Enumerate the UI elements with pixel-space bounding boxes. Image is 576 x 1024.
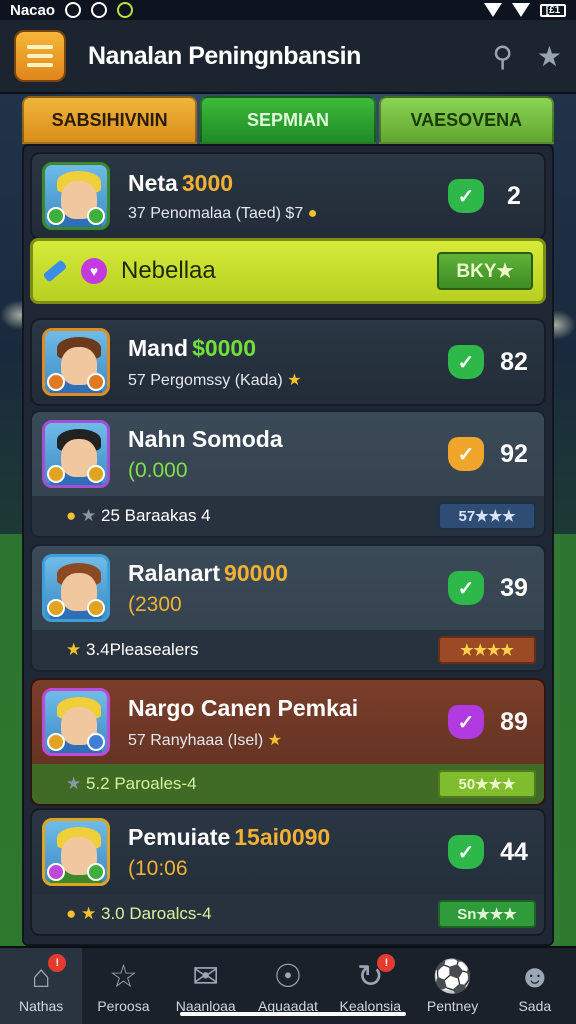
status-time: Nacao	[10, 1, 56, 19]
player-name: Nargo Canen Pemkai	[128, 694, 359, 721]
notification-badge: !	[377, 954, 396, 972]
star-icon: ★	[81, 904, 97, 923]
star-icon: ★	[81, 506, 97, 525]
player-name: Ralanart	[128, 559, 221, 586]
tab-1[interactable]: SABSIHIVNIN	[22, 96, 198, 144]
ball-icon: ⚽	[432, 958, 473, 994]
promo-banner[interactable]: ♥ Nebellaa BKY★	[30, 238, 546, 304]
battery-icon: [£1	[540, 3, 566, 17]
home-indicator[interactable]	[180, 1012, 406, 1016]
ball-icon: ●	[307, 204, 318, 222]
player-value: 90000	[224, 559, 289, 586]
bottom-nav: ⌂ ! Nathas ☆ Peroosa ✉ Naanloaa ☉ Aguaad…	[0, 946, 576, 1024]
player-meta: 37 Penomalaa (Taed) $7	[128, 204, 304, 222]
player-score: 39	[500, 573, 528, 602]
check-shield-icon: ✓	[448, 179, 484, 213]
rating-button[interactable]: Sn★★★	[438, 900, 536, 928]
banner-button[interactable]: BKY★	[437, 252, 533, 290]
chat-icon: ✉	[192, 958, 220, 994]
nav-label: Pentney	[426, 998, 479, 1014]
list-item[interactable]: Mand $0000 57 Pergomssy (Kada) ★ ✓ 82	[30, 318, 546, 406]
trophy-icon: ☉	[273, 958, 303, 994]
tab-3[interactable]: VAESOVENA	[378, 96, 554, 144]
player-meta: 57 Ranyhaaa (Isel)	[128, 731, 264, 749]
nav-profile[interactable]: ☻ Sada	[494, 948, 576, 1024]
pencil-icon	[42, 259, 68, 283]
player-score: 89	[500, 707, 528, 736]
player-meta: 57 Pergomssy (Kada)	[128, 371, 283, 389]
list-item[interactable]: Neta 3000 37 Penomalaa (Taed) $7 ● ✓ 2	[30, 152, 546, 240]
alarm-icon	[65, 2, 82, 18]
player-name: Nahn Somoda	[128, 425, 283, 452]
coin-icon: ●	[66, 506, 77, 525]
rating-button[interactable]: 50★★★	[438, 770, 536, 798]
nav-label: Sada	[518, 998, 552, 1014]
check-shield-icon: ✓	[448, 705, 484, 739]
player-avatar	[42, 818, 110, 886]
player-avatar	[42, 420, 110, 488]
list-item[interactable]: Pemuiate 15ai0090 (10:06 ✓ 44 ● ★ 3.0 Dar…	[30, 808, 546, 936]
menu-button[interactable]	[14, 30, 66, 82]
banner-label: Nebellaa	[121, 257, 216, 284]
notification-badge: !	[48, 954, 67, 972]
app-header: Nanalan Peningnbansin ⚲ ★	[0, 20, 576, 94]
player-value: (0.000	[128, 458, 188, 482]
player-stat: 3.4Pleasealers	[85, 640, 199, 659]
player-list: Neta 3000 37 Penomalaa (Taed) $7 ● ✓ 2 ♥ …	[22, 144, 554, 946]
nav-home[interactable]: ⌂ ! Nathas	[0, 948, 83, 1024]
nav-ball[interactable]: ⚽ Pentney	[411, 948, 493, 1024]
star-icon: ★	[287, 371, 302, 389]
nav-label: Nathas	[18, 998, 64, 1014]
player-value: 15ai0090	[234, 823, 331, 850]
player-avatar	[42, 328, 110, 396]
check-shield-icon: ✓	[448, 571, 484, 605]
list-item[interactable]: Nahn Somoda (0.000 ✓ 92 ● ★ 25 Baraakas …	[30, 410, 546, 538]
player-value: $0000	[192, 334, 257, 361]
player-avatar	[42, 688, 110, 756]
check-shield-icon: ✓	[448, 835, 484, 869]
player-name: Mand	[128, 334, 189, 361]
search-icon[interactable]: ⚲	[492, 40, 513, 73]
player-stat: 5.2 Paroales-4	[85, 774, 197, 793]
tab-bar: SABSIHIVNIN SEPMIAN VAESOVENA	[22, 96, 554, 144]
star-icon: ★	[66, 774, 82, 793]
star-icon: ★	[267, 731, 282, 749]
page-title: Nanalan Peningnbansin	[88, 41, 361, 70]
player-name: Neta	[128, 169, 178, 196]
signal-icon	[512, 3, 530, 17]
nav-label: Peroosa	[97, 998, 150, 1014]
heart-gem-icon: ♥	[81, 258, 107, 284]
player-name: Pemuiate	[128, 823, 231, 850]
list-item[interactable]: Ralanart 90000 (2300 ✓ 39 ★ 3.4Pleasealer…	[30, 544, 546, 672]
favorite-star-icon[interactable]: ★	[537, 40, 562, 73]
app-icon	[117, 2, 134, 18]
coin-icon: ●	[66, 904, 77, 923]
player-score: 82	[500, 347, 528, 376]
player-score: 44	[500, 837, 528, 866]
notification-icon	[91, 2, 108, 18]
tab-2[interactable]: SEPMIAN	[200, 96, 376, 144]
player-stat: 3.0 Daroalcs-4	[101, 904, 212, 923]
star-icon: ★	[66, 640, 82, 659]
wifi-icon	[484, 3, 502, 17]
rating-button[interactable]: 57★★★	[438, 502, 536, 530]
nav-favorites[interactable]: ☆ Peroosa	[82, 948, 164, 1024]
user-icon: ☻	[517, 958, 552, 994]
player-avatar	[42, 162, 110, 230]
rating-button[interactable]: ★★★★	[438, 636, 536, 664]
check-shield-icon: ✓	[448, 437, 484, 471]
list-item[interactable]: Nargo Canen Pemkai 57 Ranyhaaa (Isel) ★ …	[30, 678, 546, 806]
player-score: 92	[500, 439, 528, 468]
status-bar: Nacao [£1	[0, 0, 576, 20]
player-meta-value: (10:06	[128, 856, 188, 880]
player-value: 3000	[181, 169, 234, 196]
star-icon: ☆	[109, 958, 138, 994]
player-meta-value: (2300	[128, 592, 182, 616]
player-avatar	[42, 554, 110, 622]
player-score: 2	[507, 181, 521, 210]
player-stat: 25 Baraakas 4	[101, 506, 211, 525]
check-shield-icon: ✓	[448, 345, 484, 379]
